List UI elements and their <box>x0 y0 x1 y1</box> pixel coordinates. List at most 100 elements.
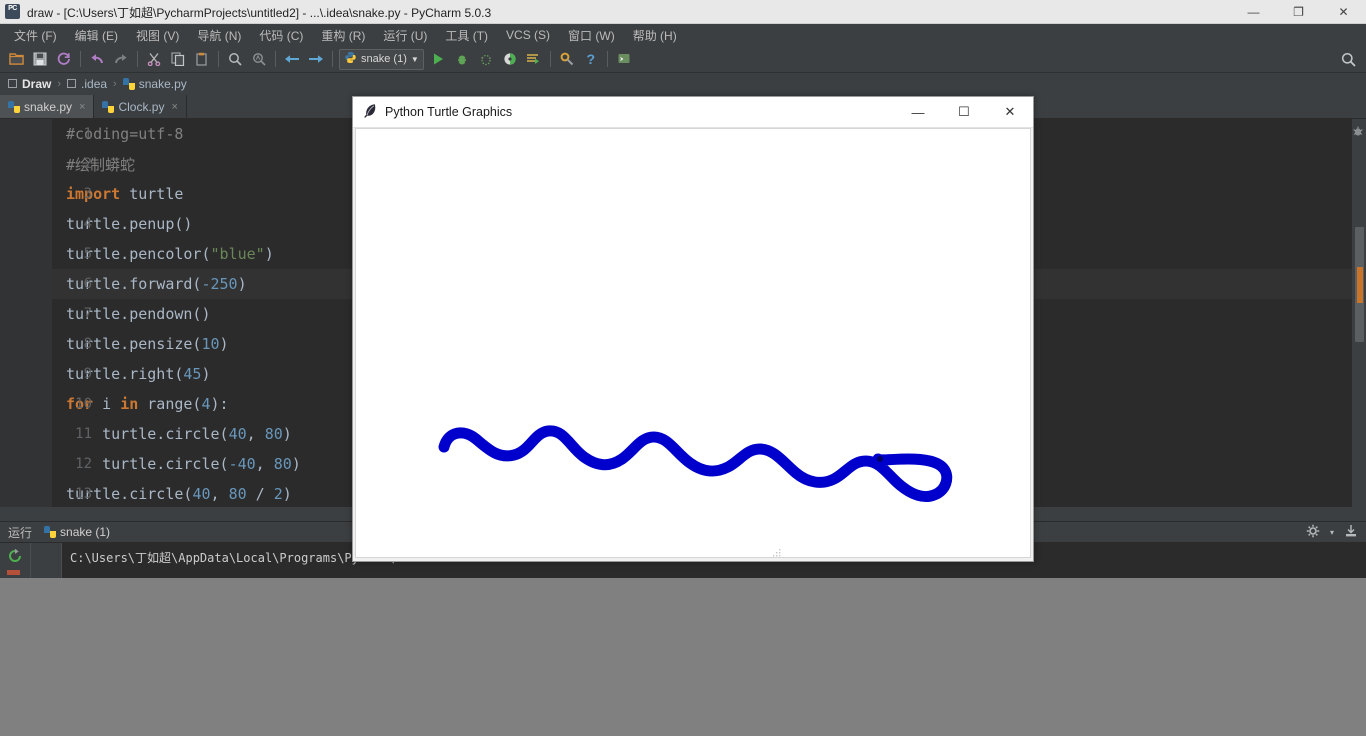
open-folder-icon[interactable] <box>4 48 28 70</box>
run-window-title: 运行 <box>8 525 33 540</box>
redo-icon[interactable] <box>109 48 133 70</box>
window-controls: — ❐ ✕ <box>1231 0 1366 23</box>
code-token: , <box>246 425 265 443</box>
settings-wrench-icon[interactable] <box>555 48 579 70</box>
line-number: 3 <box>83 186 92 202</box>
run-window-actions: ▾ <box>1306 524 1358 541</box>
menu-view[interactable]: 视图 (V) <box>127 24 188 47</box>
run-tab-snake[interactable]: snake (1) <box>44 525 110 539</box>
breadcrumb-label: snake.py <box>138 76 187 91</box>
gear-settings-icon[interactable] <box>1306 524 1320 541</box>
chevron-down-icon[interactable]: ▼ <box>411 55 419 64</box>
run-configuration-selector[interactable]: snake (1) ▼ <box>339 48 424 70</box>
run-coverage-icon[interactable] <box>474 48 498 70</box>
run-secondary-toolbar <box>30 543 81 578</box>
back-arrow-icon[interactable] <box>280 48 304 70</box>
window-titlebar: PC draw - [C:\Users\丁如超\PycharmProjects\… <box>0 0 1366 24</box>
code-token: 80 <box>273 455 292 473</box>
menu-refactor[interactable]: 重构 (R) <box>312 24 374 47</box>
menu-code[interactable]: 代码 (C) <box>250 24 312 47</box>
menu-tools[interactable]: 工具 (T) <box>436 24 497 47</box>
stop-icon[interactable] <box>7 570 20 575</box>
line-number: 10 <box>75 396 92 412</box>
line-number: 6 <box>83 276 92 292</box>
code-token: , <box>210 485 229 503</box>
run-config-name: snake (1) <box>361 53 407 65</box>
tab-label: Clock.py <box>118 99 165 114</box>
menu-run[interactable]: 运行 (U) <box>374 24 436 47</box>
line-number: 8 <box>83 336 92 352</box>
menu-navigate[interactable]: 导航 (N) <box>188 24 250 47</box>
code-token: / <box>246 485 274 503</box>
turtle-window-controls: — ☐ ✕ <box>895 97 1033 127</box>
breadcrumb-item-idea[interactable]: .idea <box>67 77 107 91</box>
main-toolbar: snake (1) ▼ ? <box>0 46 1366 73</box>
toolbar-separator <box>275 51 276 67</box>
export-to-file-icon[interactable] <box>1344 524 1358 541</box>
editor-gutter[interactable] <box>0 119 52 507</box>
copy-icon[interactable] <box>166 48 190 70</box>
sync-refresh-icon[interactable] <box>52 48 76 70</box>
code-token: ) <box>237 275 247 293</box>
code-token: ) <box>264 245 274 263</box>
code-token: 40 <box>228 425 247 443</box>
search-structure-icon[interactable] <box>247 48 271 70</box>
help-question-icon[interactable]: ? <box>579 48 603 70</box>
toolbar-separator <box>332 51 333 67</box>
global-search-icon[interactable] <box>1336 48 1360 70</box>
code-token: range( <box>138 395 202 413</box>
menu-vcs[interactable]: VCS (S) <box>497 25 559 45</box>
turtle-minimize-button[interactable]: — <box>895 97 941 127</box>
chevron-down-icon[interactable]: ▾ <box>1330 528 1334 537</box>
line-number: 12 <box>75 456 92 472</box>
snake-drawing <box>438 425 953 503</box>
search-icon[interactable] <box>223 48 247 70</box>
turtle-maximize-button[interactable]: ☐ <box>941 97 987 127</box>
cut-icon[interactable] <box>142 48 166 70</box>
resize-grip-icon[interactable] <box>773 546 781 557</box>
tab-close-icon[interactable]: × <box>171 101 177 113</box>
line-number: 4 <box>83 216 92 232</box>
breadcrumb-item-snake[interactable]: snake.py <box>122 76 187 91</box>
python-file-icon <box>344 51 357 67</box>
inspection-status-icon[interactable] <box>1352 125 1364 137</box>
profile-icon[interactable] <box>498 48 522 70</box>
breadcrumb-item-draw[interactable]: Draw <box>8 77 51 91</box>
minimize-button[interactable]: — <box>1231 0 1276 23</box>
run-to-cursor-icon[interactable] <box>522 48 546 70</box>
rerun-icon[interactable] <box>7 548 23 567</box>
run-left-toolbar <box>0 543 30 578</box>
code-token: turtle <box>120 185 184 203</box>
toolbar-separator <box>218 51 219 67</box>
menu-help[interactable]: 帮助 (H) <box>624 24 686 47</box>
code-token: 2 <box>273 485 283 503</box>
maximize-button[interactable]: ❐ <box>1276 0 1321 23</box>
undo-icon[interactable] <box>85 48 109 70</box>
line-number: 9 <box>83 366 92 382</box>
menu-file[interactable]: 文件 (F) <box>5 24 66 47</box>
tab-clock-py[interactable]: Clock.py × <box>94 95 187 118</box>
turtle-close-button[interactable]: ✕ <box>987 97 1033 127</box>
close-button[interactable]: ✕ <box>1321 0 1366 23</box>
save-all-icon[interactable] <box>28 48 52 70</box>
toolbar-separator <box>606 51 608 67</box>
forward-arrow-icon[interactable] <box>304 48 328 70</box>
tab-close-icon[interactable]: × <box>79 101 85 113</box>
python-console-icon[interactable] <box>612 48 636 70</box>
toolbar-separator <box>80 51 81 67</box>
turtle-canvas[interactable] <box>355 128 1031 558</box>
menu-window[interactable]: 窗口 (W) <box>559 24 624 47</box>
line-number: 2 <box>83 156 92 172</box>
scrollbar-error-marker[interactable] <box>1357 267 1363 303</box>
tab-snake-py[interactable]: snake.py × <box>0 95 95 118</box>
debug-button-icon[interactable] <box>450 48 474 70</box>
paste-icon[interactable] <box>190 48 214 70</box>
breadcrumb-separator: › <box>113 77 117 90</box>
breadcrumb-separator: › <box>57 77 62 90</box>
code-token: 45 <box>183 365 202 383</box>
python-file-icon <box>122 77 135 90</box>
run-button-icon[interactable] <box>426 48 450 70</box>
editor-scrollbar[interactable] <box>1352 119 1366 507</box>
run-tab-label: snake (1) <box>60 525 111 539</box>
menu-edit[interactable]: 编辑 (E) <box>66 24 127 47</box>
